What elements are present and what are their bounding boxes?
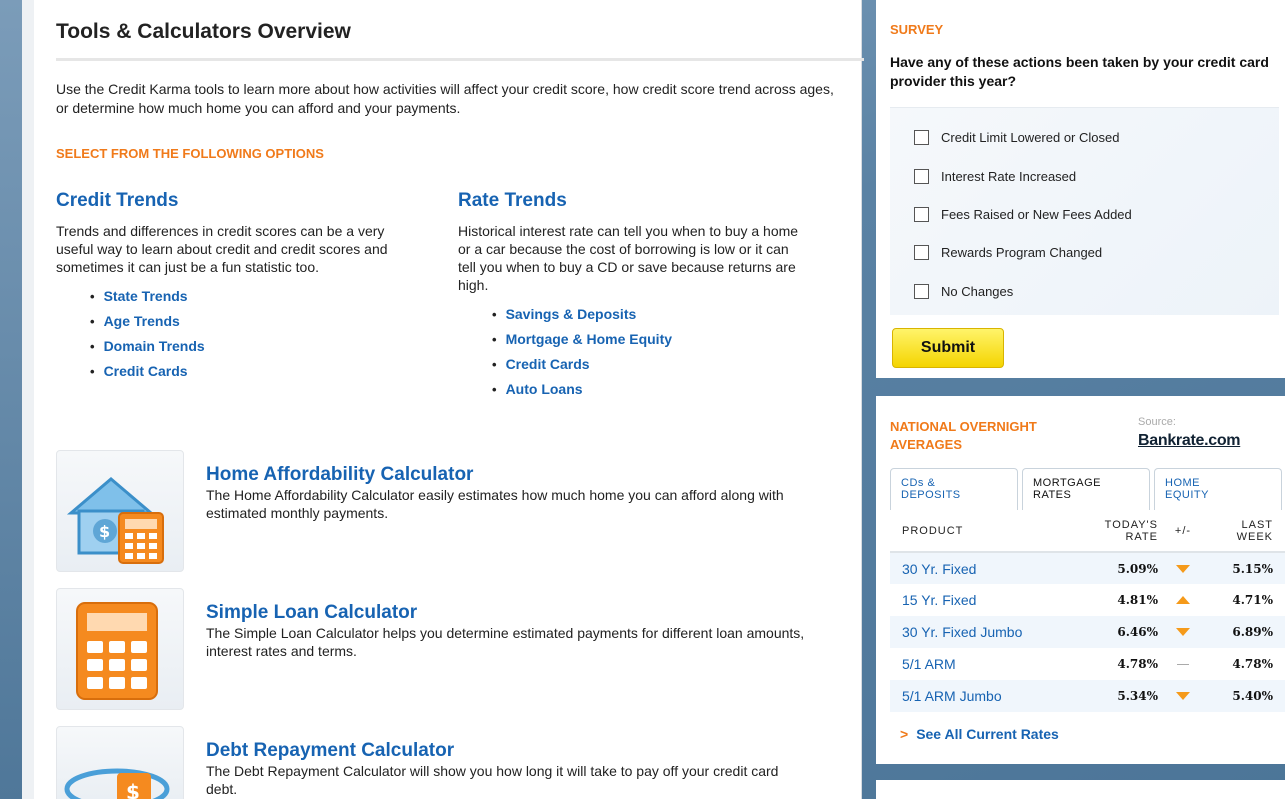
- rate-trends-links: Savings & Deposits Mortgage & Home Equit…: [458, 302, 808, 402]
- home-affordability-title[interactable]: Home Affordability Calculator: [206, 464, 806, 486]
- col-today-rate: TODAY'S RATE: [1080, 510, 1158, 553]
- simple-loan-description: The Simple Loan Calculator helps you det…: [206, 625, 805, 659]
- rate-trends-title[interactable]: Rate Trends: [458, 190, 808, 212]
- col-last-week: LAST WEEK: [1208, 510, 1285, 553]
- rate-last-week: 5.15%: [1208, 552, 1285, 584]
- credit-trends-links: State Trends Age Trends Domain Trends Cr…: [56, 284, 406, 384]
- rate-trends-section: Rate Trends Historical interest rate can…: [458, 190, 808, 402]
- rate-trends-description: Historical interest rate can tell you wh…: [458, 223, 799, 293]
- survey-question: Have any of these actions been taken by …: [890, 54, 1269, 89]
- credit-trends-description: Trends and differences in credit scores …: [56, 223, 388, 275]
- survey-option-interest-rate[interactable]: Interest Rate Increased: [914, 169, 1076, 184]
- link-domain-trends[interactable]: Domain Trends: [90, 334, 406, 359]
- rate-product[interactable]: 5/1 ARM Jumbo: [890, 680, 1080, 712]
- rate-today: 5.09%: [1080, 552, 1158, 584]
- rates-tabs: CDs & DEPOSITS MORTGAGE RATES HOME EQUITY: [890, 468, 1285, 510]
- rate-product[interactable]: 5/1 ARM: [890, 648, 1080, 680]
- checkbox[interactable]: [914, 207, 929, 222]
- table-row: 5/1 ARM 4.78% 4.78%: [890, 648, 1285, 680]
- link-savings-deposits[interactable]: Savings & Deposits: [492, 302, 808, 327]
- survey-option-credit-limit[interactable]: Credit Limit Lowered or Closed: [914, 130, 1119, 145]
- rate-today: 5.34%: [1080, 680, 1158, 712]
- link-auto-loans[interactable]: Auto Loans: [492, 377, 808, 402]
- rate-last-week: 6.89%: [1208, 616, 1285, 648]
- rates-table-header: PRODUCT TODAY'S RATE +/- LAST WEEK: [890, 510, 1285, 553]
- survey-submit-button[interactable]: Submit: [892, 328, 1004, 368]
- simple-loan-title[interactable]: Simple Loan Calculator: [206, 602, 806, 624]
- table-row: 15 Yr. Fixed 4.81% 4.71%: [890, 584, 1285, 616]
- select-options-heading: SELECT FROM THE FOLLOWING OPTIONS: [56, 146, 324, 161]
- rate-product[interactable]: 30 Yr. Fixed: [890, 552, 1080, 584]
- trend-flat-icon: [1158, 648, 1208, 680]
- main-content: Tools & Calculators Overview Use the Cre…: [22, 0, 864, 799]
- link-mortgage-home-equity[interactable]: Mortgage & Home Equity: [492, 327, 808, 352]
- home-affordability-description: The Home Affordability Calculator easily…: [206, 487, 784, 521]
- col-product: PRODUCT: [890, 510, 1080, 553]
- link-credit-cards-trends[interactable]: Credit Cards: [90, 359, 406, 384]
- source-label: Source:: [1138, 416, 1176, 428]
- tab-mortgage-rates[interactable]: MORTGAGE RATES: [1022, 468, 1150, 510]
- checkbox[interactable]: [914, 284, 929, 299]
- table-row: 5/1 ARM Jumbo 5.34% 5.40%: [890, 680, 1285, 712]
- loan-calculator-icon[interactable]: [56, 588, 184, 710]
- svg-text:$: $: [99, 522, 110, 541]
- credit-trends-title[interactable]: Credit Trends: [56, 190, 406, 212]
- tab-cds-deposits[interactable]: CDs & DEPOSITS: [890, 468, 1018, 510]
- rate-last-week: 5.40%: [1208, 680, 1285, 712]
- chevron-right-icon: >: [900, 726, 909, 742]
- link-state-trends[interactable]: State Trends: [90, 284, 406, 309]
- survey-option-fees[interactable]: Fees Raised or New Fees Added: [914, 207, 1132, 222]
- link-credit-cards-rates[interactable]: Credit Cards: [492, 352, 808, 377]
- col-change: +/-: [1158, 510, 1208, 553]
- survey-panel: SURVEY Have any of these actions been ta…: [876, 0, 1285, 378]
- rate-last-week: 4.71%: [1232, 593, 1273, 607]
- intro-text: Use the Credit Karma tools to learn more…: [56, 81, 834, 116]
- survey-options: Credit Limit Lowered or Closed Interest …: [890, 107, 1279, 315]
- debt-calculator-icon[interactable]: $: [56, 726, 184, 799]
- trend-down-icon: [1158, 552, 1208, 584]
- trend-down-icon: [1158, 680, 1208, 712]
- rate-today: 4.81%: [1117, 593, 1158, 607]
- left-background-strip: [0, 0, 22, 799]
- link-age-trends[interactable]: Age Trends: [90, 309, 406, 334]
- checkbox[interactable]: [914, 130, 929, 145]
- rates-table: PRODUCT TODAY'S RATE +/- LAST WEEK 30 Yr. …: [890, 510, 1285, 712]
- rate-last-week: 4.78%: [1232, 657, 1273, 671]
- survey-option-no-changes[interactable]: No Changes: [914, 284, 1013, 299]
- rates-panel: NATIONAL OVERNIGHT AVERAGES Source: Bank…: [876, 396, 1285, 764]
- survey-title: SURVEY: [890, 22, 944, 37]
- table-row: 30 Yr. Fixed 5.09% 5.15%: [890, 552, 1285, 584]
- rates-title: NATIONAL OVERNIGHT AVERAGES: [890, 419, 1037, 452]
- survey-option-rewards[interactable]: Rewards Program Changed: [914, 245, 1102, 260]
- table-row: 30 Yr. Fixed Jumbo 6.46% 6.89%: [890, 616, 1285, 648]
- debt-repayment-title[interactable]: Debt Repayment Calculator: [206, 740, 806, 762]
- tab-home-equity[interactable]: HOME EQUITY: [1154, 468, 1282, 510]
- rate-today: 4.78%: [1117, 657, 1158, 671]
- trend-up-icon: [1158, 584, 1208, 616]
- home-calculator-icon[interactable]: $: [56, 450, 184, 572]
- rate-product[interactable]: 30 Yr. Fixed Jumbo: [890, 616, 1080, 648]
- bankrate-logo[interactable]: Bankrate.com: [1138, 432, 1241, 450]
- sidebar-next-panel: [876, 780, 1285, 799]
- page-title: Tools & Calculators Overview: [56, 20, 864, 61]
- rate-today: 6.46%: [1080, 616, 1158, 648]
- see-all-rates-link[interactable]: > See All Current Rates: [900, 726, 1067, 742]
- trend-down-icon: [1158, 616, 1208, 648]
- credit-trends-section: Credit Trends Trends and differences in …: [56, 190, 406, 384]
- checkbox[interactable]: [914, 245, 929, 260]
- svg-text:$: $: [126, 780, 140, 799]
- debt-repayment-description: The Debt Repayment Calculator will show …: [206, 763, 779, 797]
- checkbox[interactable]: [914, 169, 929, 184]
- rate-product[interactable]: 15 Yr. Fixed: [890, 584, 1080, 616]
